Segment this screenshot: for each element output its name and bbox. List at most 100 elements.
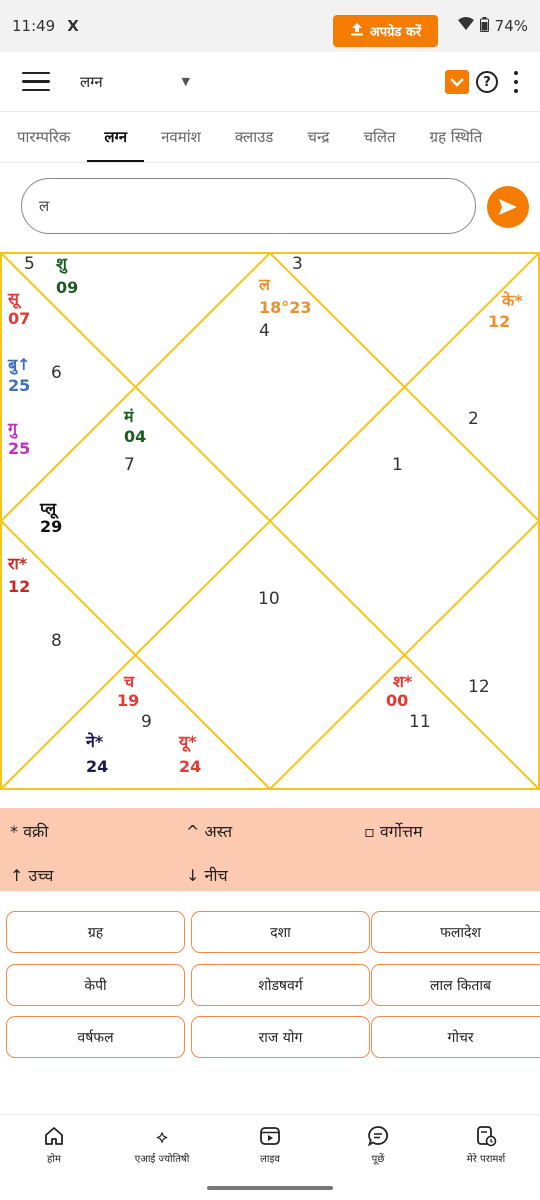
chart-tabs: पारम्परिक लग्न नवमांश क्लाउड चन्द्र चलित… (0, 113, 540, 163)
planet-name: च (123, 672, 135, 691)
tab-graha-sthiti[interactable]: ग्रह स्थिति (413, 113, 500, 162)
legend-combust: ^ अस्त (186, 822, 233, 841)
upgrade-button[interactable]: अपग्रेड करें (333, 15, 438, 47)
planet-degree: 00 (386, 691, 408, 710)
planet-name: श* (393, 672, 413, 691)
legend-exalted: ↑ उच्च (10, 866, 54, 885)
planet-degree: 09 (56, 278, 78, 297)
graha-button[interactable]: ग्रह (6, 911, 185, 953)
nav-ai-astrologer-label: एआई ज्योतिषी (134, 1153, 190, 1165)
upgrade-label: अपग्रेड करें (369, 25, 422, 40)
nav-live[interactable]: लाइव (216, 1115, 324, 1174)
legend-vargottam: ▫ वर्गोत्तम (364, 822, 423, 841)
legend-debilitated: ↓ नीच (186, 866, 228, 885)
planet-name: ने* (85, 732, 104, 751)
phaladesh-button[interactable]: फलादेश (371, 911, 540, 953)
nav-ask-label: पूछें (371, 1153, 385, 1165)
tab-navamsha[interactable]: नवमांश (144, 113, 218, 162)
dasha-button[interactable]: दशा (191, 911, 370, 953)
gochar-button[interactable]: गोचर (371, 1016, 540, 1058)
planet-name: ल (258, 275, 271, 294)
planet-name: प्लू (39, 499, 59, 519)
planet-degree: 07 (8, 309, 30, 328)
tab-lagna[interactable]: लग्न (87, 113, 145, 162)
nav-my-consultations-label: मेरे परामर्श (466, 1153, 506, 1165)
planet-name: गु (7, 419, 18, 439)
nav-home[interactable]: होम (0, 1115, 108, 1174)
question-input[interactable]: ल (21, 178, 476, 234)
upload-icon (350, 22, 364, 40)
shodashvarga-button[interactable]: शोडषवर्ग (191, 964, 370, 1006)
nav-live-label: लाइव (260, 1153, 280, 1165)
chart-type-dropdown[interactable]: लग्न ▼ (80, 72, 190, 92)
symbol-legend: * वक्री ^ अस्त ▫ वर्गोत्तम ↑ उच्च ↓ नीच (0, 808, 540, 891)
planet-degree: 12 (8, 577, 30, 596)
status-time: 11:49 (12, 17, 56, 35)
house-number: 9 (141, 712, 152, 732)
raj-yog-button[interactable]: राज योग (191, 1016, 370, 1058)
planet-degree: 25 (8, 376, 30, 395)
tab-cloud[interactable]: क्लाउड (218, 113, 290, 162)
caret-down-icon: ▼ (181, 75, 190, 88)
help-icon[interactable]: ? (476, 71, 498, 93)
home-icon (45, 1126, 63, 1145)
planet-degree: 24 (86, 757, 108, 776)
planet-degree: 25 (8, 439, 30, 458)
planet-degree: 18°23 (259, 298, 312, 317)
sparkle-icon (156, 1131, 168, 1143)
kundli-chart: 5 3 6 7 4 1 2 10 8 9 11 12 शु 09 सू 07 ब… (0, 252, 540, 790)
planet-name: यू* (178, 732, 197, 752)
bottom-nav: होम एआई ज्योतिषी लाइव पूछें मेरे परामर्श (0, 1114, 540, 1174)
varshphal-button[interactable]: वर्षफल (6, 1016, 185, 1058)
send-button[interactable] (487, 186, 529, 228)
planet-degree: 19 (117, 691, 139, 710)
consultation-history-icon (477, 1125, 497, 1146)
tab-chandra[interactable]: चन्द्र (290, 113, 346, 162)
wifi-icon (457, 17, 474, 35)
menu-icon[interactable] (22, 66, 50, 98)
dropdown-value: लग्न (80, 72, 103, 91)
house-number: 1 (392, 455, 403, 475)
planet-name: मं (123, 407, 135, 426)
house-number: 10 (258, 589, 280, 609)
planet-degree: 29 (40, 517, 62, 536)
house-number: 2 (468, 409, 479, 429)
lal-kitab-button[interactable]: लाल किताब (371, 964, 540, 1006)
planet-degree: 04 (124, 427, 146, 446)
planet-degree: 12 (488, 312, 510, 331)
house-number: 3 (292, 254, 303, 274)
nav-ai-astrologer[interactable]: एआई ज्योतिषी (108, 1115, 216, 1174)
house-number: 12 (468, 677, 490, 697)
x-app-icon: X (67, 17, 79, 35)
planet-name: रा* (7, 554, 28, 573)
house-number: 8 (51, 631, 62, 651)
house-number: 6 (51, 363, 62, 383)
upgrade-dropdown-button[interactable] (445, 70, 469, 94)
planet-name: बु↑ (7, 355, 31, 375)
house-number: 5 (24, 254, 35, 274)
chat-bubble-icon (367, 1125, 388, 1146)
chevron-down-icon (450, 78, 464, 87)
planet-name: के* (501, 291, 523, 310)
question-input-value: ल (39, 197, 50, 215)
planet-name: सू (7, 289, 22, 309)
battery-icon (479, 16, 489, 36)
kp-button[interactable]: केपी (6, 964, 185, 1006)
nav-home-label: होम (47, 1153, 61, 1165)
planet-name: शु (56, 254, 68, 274)
nav-ask[interactable]: पूछें (324, 1115, 432, 1174)
house-number: 4 (259, 321, 270, 341)
more-options-icon[interactable] (512, 71, 520, 93)
house-number: 7 (124, 455, 135, 475)
status-bar: 11:49 X 74% (0, 0, 540, 52)
legend-retrograde: * वक्री (10, 822, 49, 841)
nav-my-consultations[interactable]: मेरे परामर्श (432, 1115, 540, 1174)
planet-degree: 24 (179, 757, 201, 776)
battery-percent: 74% (494, 17, 528, 35)
house-number: 11 (409, 712, 431, 732)
tab-chalit[interactable]: चलित (346, 113, 412, 162)
gesture-home-indicator[interactable] (207, 1186, 333, 1190)
tab-parampariк[interactable]: पारम्परिक (0, 113, 87, 162)
send-icon (499, 199, 517, 215)
live-video-icon (260, 1126, 280, 1145)
